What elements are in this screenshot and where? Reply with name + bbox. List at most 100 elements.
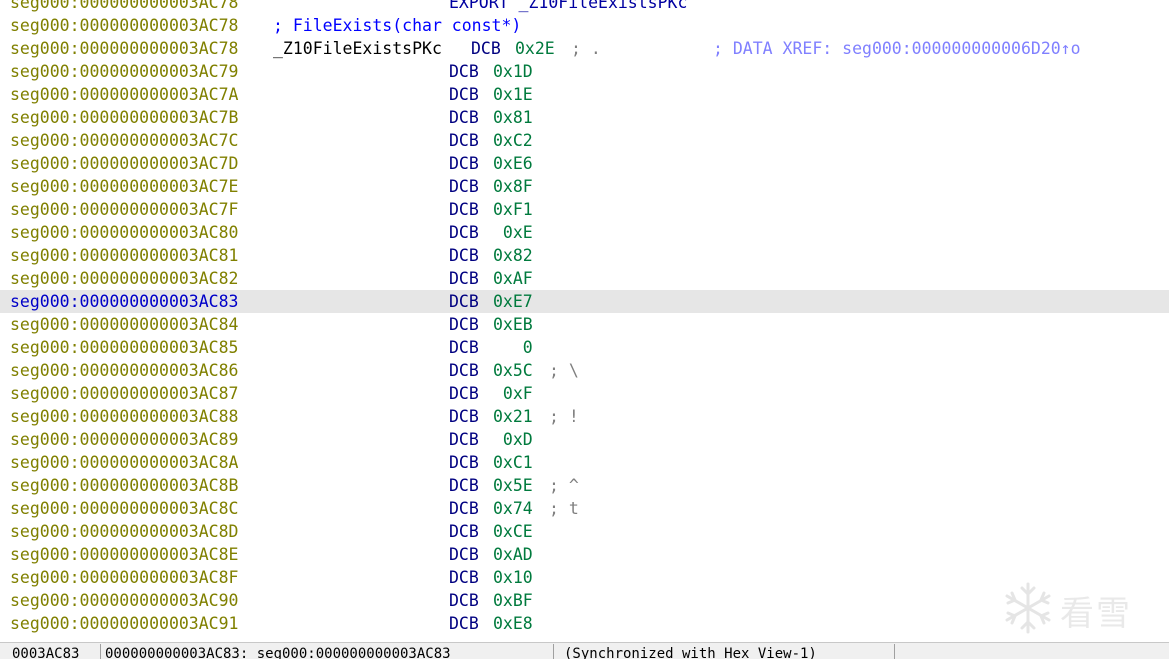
address: seg000:000000000003AC8E — [10, 545, 239, 564]
listing-row[interactable]: seg000:000000000003AC7E DCB 0x8F — [0, 175, 1169, 198]
listing-row[interactable]: seg000:000000000003AC7D DCB 0xE6 — [0, 152, 1169, 175]
mnemonic: DCB — [449, 85, 479, 104]
listing-row[interactable]: seg000:000000000003AC8B DCB 0x5E ; ^ — [0, 474, 1169, 497]
mnemonic: DCB — [449, 361, 479, 380]
address: seg000:000000000003AC8A — [10, 453, 239, 472]
listing-row[interactable]: seg000:000000000003AC7F DCB 0xF1 — [0, 198, 1169, 221]
listing-row[interactable]: seg000:000000000003AC84 DCB 0xEB — [0, 313, 1169, 336]
operand: 0xE — [493, 223, 533, 242]
operand: 0xBF — [493, 591, 533, 610]
address: seg000:000000000003AC84 — [10, 315, 239, 334]
address: seg000:000000000003AC85 — [10, 338, 239, 357]
operand: 0xC2 — [493, 131, 533, 150]
address: seg000:000000000003AC80 — [10, 223, 239, 242]
listing-row[interactable]: seg000:000000000003AC8C DCB 0x74 ; t — [0, 497, 1169, 520]
listing-row[interactable]: seg000:000000000003AC7A DCB 0x1E — [0, 83, 1169, 106]
address: seg000:000000000003AC78 — [10, 39, 239, 58]
address: seg000:000000000003AC79 — [10, 62, 239, 81]
listing-row[interactable]: seg000:000000000003AC78 ; FileExists(cha… — [0, 14, 1169, 37]
operand: 0x1E — [493, 85, 533, 104]
listing-row[interactable]: seg000:000000000003AC8F DCB 0x10 — [0, 566, 1169, 589]
address: seg000:000000000003AC8B — [10, 476, 239, 495]
listing-row[interactable]: seg000:000000000003AC80 DCB 0xE — [0, 221, 1169, 244]
listing-row[interactable]: seg000:000000000003AC82 DCB 0xAF — [0, 267, 1169, 290]
operand: 0x74 — [493, 499, 533, 518]
disassembly-listing[interactable]: seg000:000000000003AC78 EXPORT _Z10FileE… — [0, 0, 1169, 635]
address: seg000:000000000003AC8F — [10, 568, 239, 587]
listing-row[interactable]: seg000:000000000003AC91 DCB 0xE8 — [0, 612, 1169, 635]
address: seg000:000000000003AC7D — [10, 154, 239, 173]
mnemonic: DCB — [449, 338, 479, 357]
operand: 0xAF — [493, 269, 533, 288]
mnemonic: DCB — [449, 591, 479, 610]
operand: 0x81 — [493, 108, 533, 127]
address: seg000:000000000003AC82 — [10, 269, 239, 288]
listing-row[interactable]: seg000:000000000003AC7B DCB 0x81 — [0, 106, 1169, 129]
operand: 0xE6 — [493, 154, 533, 173]
comment: ; ^ — [549, 476, 579, 495]
comment: ; t — [549, 499, 579, 518]
mnemonic: DCB — [449, 223, 479, 242]
mnemonic: DCB — [471, 39, 501, 58]
listing-row[interactable]: seg000:000000000003AC86 DCB 0x5C ; \ — [0, 359, 1169, 382]
listing-row[interactable]: seg000:000000000003AC90 DCB 0xBF — [0, 589, 1169, 612]
listing-row-selected[interactable]: seg000:000000000003AC83 DCB 0xE7 — [0, 290, 1169, 313]
operand: 0xAD — [493, 545, 533, 564]
listing-row[interactable]: seg000:000000000003AC8D DCB 0xCE — [0, 520, 1169, 543]
address: seg000:000000000003AC86 — [10, 361, 239, 380]
address: seg000:000000000003AC87 — [10, 384, 239, 403]
mnemonic: DCB — [449, 499, 479, 518]
address: seg000:000000000003AC7C — [10, 131, 239, 150]
mnemonic: DCB — [449, 568, 479, 587]
comment: ; \ — [549, 361, 579, 380]
operand: 0xF1 — [493, 200, 533, 219]
data-rows: seg000:000000000003AC79 DCB 0x1D seg000:000… — [0, 60, 1169, 635]
address: seg000:000000000003AC8D — [10, 522, 239, 541]
comment: ; ! — [549, 407, 579, 426]
mnemonic: DCB — [449, 177, 479, 196]
address: seg000:000000000003AC89 — [10, 430, 239, 449]
mnemonic: DCB — [449, 108, 479, 127]
listing-row[interactable]: seg000:000000000003AC85 DCB 0 — [0, 336, 1169, 359]
status-bar: 0003AC83 000000000003AC83: seg000:000000… — [0, 642, 1169, 659]
mnemonic: DCB — [449, 154, 479, 173]
mnemonic: DCB — [449, 407, 479, 426]
watermark: 看雪 — [1000, 580, 1150, 635]
listing-row[interactable]: seg000:000000000003AC8A DCB 0xC1 — [0, 451, 1169, 474]
listing-row[interactable]: seg000:000000000003AC7C DCB 0xC2 — [0, 129, 1169, 152]
operand: 0 — [493, 338, 533, 357]
address: seg000:000000000003AC7B — [10, 108, 239, 127]
address: seg000:000000000003AC81 — [10, 246, 239, 265]
operand: 0xF — [493, 384, 533, 403]
listing-row[interactable]: seg000:000000000003AC88 DCB 0x21 ; ! — [0, 405, 1169, 428]
operand: 0x5C — [493, 361, 533, 380]
listing-row[interactable]: seg000:000000000003AC79 DCB 0x1D — [0, 60, 1169, 83]
status-offset: 0003AC83 — [10, 644, 101, 659]
operand: 0xD — [493, 430, 533, 449]
address: seg000:000000000003AC78 — [10, 16, 239, 35]
mnemonic: DCB — [449, 131, 479, 150]
listing-row[interactable]: seg000:000000000003AC8E DCB 0xAD — [0, 543, 1169, 566]
snowflake-icon — [1005, 582, 1051, 634]
listing-row[interactable]: seg000:000000000003AC87 DCB 0xF — [0, 382, 1169, 405]
xref-comment[interactable]: ; DATA XREF: seg000:000000000006D20↑o — [713, 37, 1081, 60]
address: seg000:000000000003AC90 — [10, 591, 239, 610]
comment: ; . — [571, 39, 601, 58]
symbol-label[interactable]: _Z10FileExistsPKc — [273, 37, 442, 60]
mnemonic: DCB — [449, 315, 479, 334]
operand: 0x2E — [515, 39, 555, 58]
listing-row[interactable]: seg000:000000000003AC89 DCB 0xD — [0, 428, 1169, 451]
listing-row[interactable]: seg000:000000000003AC78 _Z10FileExistsPK… — [0, 37, 1169, 60]
function-comment: ; FileExists(char const*) — [273, 16, 522, 35]
listing-row[interactable]: seg000:000000000003AC78 EXPORT _Z10FileE… — [0, 0, 1169, 14]
address: seg000:000000000003AC83 — [10, 292, 239, 311]
mnemonic: DCB — [449, 292, 479, 311]
operand: 0x82 — [493, 246, 533, 265]
mnemonic: DCB — [449, 246, 479, 265]
address: seg000:000000000003AC8C — [10, 499, 239, 518]
status-location: 000000000003AC83: seg000:000000000003AC8… — [103, 644, 554, 659]
listing-row[interactable]: seg000:000000000003AC81 DCB 0x82 — [0, 244, 1169, 267]
status-sync: (Synchronized with Hex View-1) — [562, 644, 895, 659]
address: seg000:000000000003AC7A — [10, 85, 239, 104]
mnemonic: DCB — [449, 522, 479, 541]
